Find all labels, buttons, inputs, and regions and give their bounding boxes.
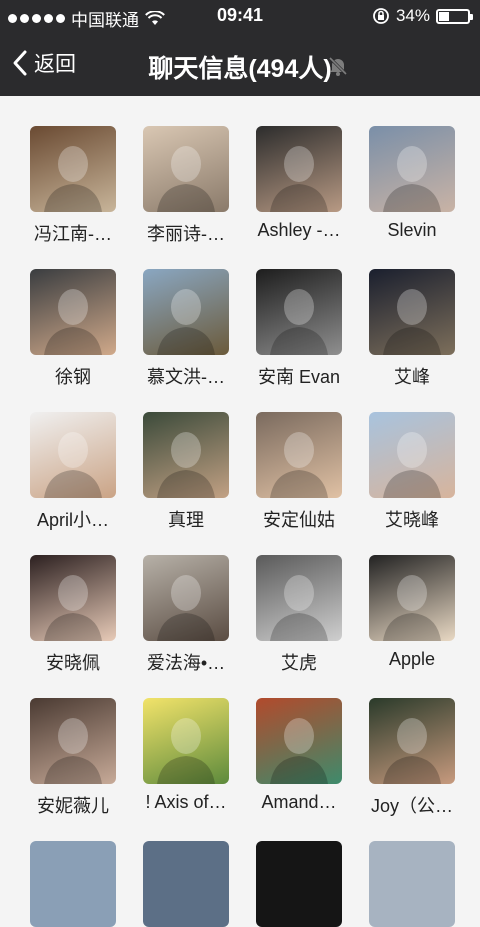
avatar-silhouette	[44, 146, 102, 212]
avatar-silhouette	[44, 575, 102, 641]
member-avatar[interactable]	[256, 126, 342, 212]
member-item[interactable]: 艾虎	[239, 555, 359, 675]
avatar-silhouette	[157, 289, 215, 355]
avatar-silhouette	[383, 575, 441, 641]
member-avatar[interactable]	[369, 698, 455, 784]
avatar-silhouette	[270, 289, 328, 355]
battery-percent: 34%	[395, 6, 430, 25]
member-avatar[interactable]	[143, 698, 229, 784]
member-avatar[interactable]	[30, 555, 116, 641]
avatar-silhouette	[383, 146, 441, 212]
member-item[interactable]: Ashley -…	[239, 126, 359, 241]
member-item[interactable]: Joy（公…	[352, 698, 472, 818]
member-name: 艾峰	[394, 367, 430, 387]
avatar-silhouette	[270, 718, 328, 784]
member-name: Apple	[388, 649, 436, 669]
avatar-silhouette	[157, 432, 215, 498]
member-name: ! Axis of…	[145, 792, 227, 812]
member-avatar[interactable]	[143, 126, 229, 212]
page-title: 聊天信息(494人)	[148, 55, 332, 83]
member-name: 爱法海•…	[146, 653, 226, 673]
member-avatar[interactable]	[369, 412, 455, 498]
member-avatar[interactable]	[143, 269, 229, 355]
member-name: 安定仙姑	[263, 510, 335, 530]
avatar-silhouette	[157, 718, 215, 784]
avatar-silhouette	[270, 146, 328, 212]
member-avatar[interactable]	[369, 555, 455, 641]
avatar-silhouette	[157, 575, 215, 641]
member-item[interactable]: Amand…	[239, 698, 359, 813]
member-avatar[interactable]	[30, 698, 116, 784]
member-avatar[interactable]	[256, 412, 342, 498]
status-right: 34%	[372, 6, 473, 26]
member-avatar[interactable]	[30, 126, 116, 212]
avatar-silhouette	[270, 432, 328, 498]
member-name: 慕文洪-…	[147, 367, 225, 387]
member-name: 艾晓峰	[385, 510, 439, 530]
member-item[interactable]: 安定仙姑	[239, 412, 359, 532]
member-avatar[interactable]	[369, 126, 455, 212]
member-name: Ashley -…	[257, 220, 341, 240]
member-avatar-partial[interactable]	[143, 841, 229, 927]
member-name: 李丽诗-…	[147, 224, 225, 244]
member-avatar[interactable]	[256, 698, 342, 784]
status-bar: 中国联通 09:41 34%	[0, 0, 480, 32]
member-item[interactable]: 艾晓峰	[352, 412, 472, 532]
member-avatar[interactable]	[256, 555, 342, 641]
member-item[interactable]: 冯江南-…	[13, 126, 133, 246]
member-avatar-partial[interactable]	[30, 841, 116, 927]
member-name: Joy（公…	[370, 796, 453, 816]
member-item[interactable]: 安妮薇儿	[13, 698, 133, 818]
member-name: 艾虎	[281, 653, 317, 673]
member-avatar[interactable]	[143, 412, 229, 498]
member-item[interactable]: 安晓佩	[13, 555, 133, 675]
navigation-bar: 返回 聊天信息(494人)	[0, 32, 480, 96]
member-item[interactable]: 李丽诗-…	[126, 126, 246, 246]
member-item[interactable]: April小…	[13, 412, 133, 532]
member-name: 冯江南-…	[34, 224, 112, 244]
member-avatar-partial[interactable]	[369, 841, 455, 927]
member-item[interactable]: Apple	[352, 555, 472, 670]
avatar-silhouette	[44, 718, 102, 784]
member-name: Slevin	[387, 220, 437, 240]
member-avatar[interactable]	[143, 555, 229, 641]
member-avatar[interactable]	[369, 269, 455, 355]
member-name: 安南 Evan	[257, 367, 341, 387]
member-item[interactable]: 慕文洪-…	[126, 269, 246, 389]
member-item[interactable]: 爱法海•…	[126, 555, 246, 675]
member-name: April小…	[36, 510, 109, 530]
avatar-silhouette	[270, 575, 328, 641]
member-avatar[interactable]	[30, 269, 116, 355]
member-item[interactable]: Slevin	[352, 126, 472, 241]
mute-icon	[328, 56, 348, 76]
member-avatar[interactable]	[256, 269, 342, 355]
member-avatar[interactable]	[30, 412, 116, 498]
avatar-silhouette	[44, 289, 102, 355]
member-item[interactable]: 真理	[126, 412, 246, 532]
avatar-silhouette	[157, 146, 215, 212]
member-item[interactable]: ! Axis of…	[126, 698, 246, 813]
battery-icon	[436, 8, 473, 24]
member-item[interactable]: 艾峰	[352, 269, 472, 389]
member-name: 安晓佩	[46, 653, 100, 673]
avatar-silhouette	[383, 289, 441, 355]
member-name: 真理	[168, 510, 204, 530]
member-name: 安妮薇儿	[37, 796, 109, 816]
member-item[interactable]: 徐钢	[13, 269, 133, 389]
avatar-silhouette	[383, 432, 441, 498]
avatar-silhouette	[44, 432, 102, 498]
member-item[interactable]: 安南 Evan	[239, 269, 359, 389]
member-name: Amand…	[261, 792, 337, 812]
member-name: 徐钢	[55, 367, 91, 387]
member-avatar-partial[interactable]	[256, 841, 342, 927]
rotation-lock-icon	[373, 8, 389, 24]
avatar-silhouette	[383, 718, 441, 784]
